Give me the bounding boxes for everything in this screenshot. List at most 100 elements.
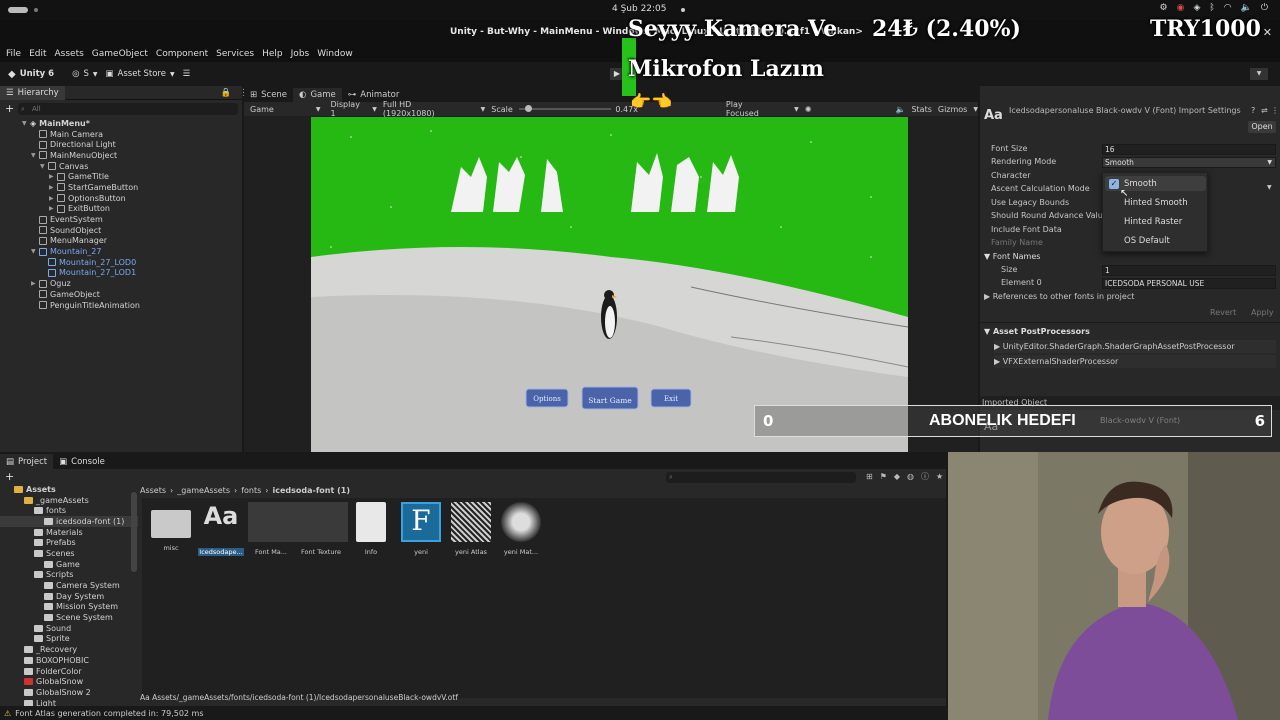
asset-item[interactable]: Aa Icedsodape... xyxy=(198,502,244,556)
collapse-arrow-icon[interactable]: ▶ xyxy=(49,173,57,180)
status-message[interactable]: Font Atlas generation completed in: 79,5… xyxy=(15,709,203,718)
menu-assets[interactable]: Assets xyxy=(55,49,84,59)
hierarchy-search-input[interactable]: ⌕ All xyxy=(18,103,238,115)
filter-label-icon[interactable]: ⚑ xyxy=(880,472,887,481)
play-focused-dropdown[interactable]: Play Focused xyxy=(726,100,776,118)
game-render[interactable]: Options Start Game Exit xyxy=(311,117,908,452)
folder-tree-item[interactable]: Prefabs xyxy=(0,537,138,548)
system-clock[interactable]: 4 Şub 22:05 xyxy=(612,4,667,14)
folder-tree-item[interactable]: _Recovery xyxy=(0,644,138,655)
folder-tree-item[interactable]: Day System xyxy=(0,591,138,602)
layout-dropdown[interactable]: ▼ xyxy=(1250,68,1268,80)
options-button[interactable]: Options xyxy=(526,395,568,403)
gizmos-button[interactable]: Gizmos xyxy=(938,105,967,114)
hierarchy-item[interactable]: ▶ OptionsButton xyxy=(0,193,242,204)
folder-tree-item[interactable]: Sound xyxy=(0,623,138,634)
info-icon[interactable]: ⓘ xyxy=(921,471,929,482)
folder-tree-item[interactable]: fonts xyxy=(0,505,138,516)
hierarchy-item[interactable]: ▼ Canvas xyxy=(0,161,242,172)
breadcrumb-item[interactable]: icedsoda-font (1) xyxy=(272,486,350,495)
breadcrumb-item[interactable]: Assets xyxy=(140,486,166,495)
close-icon[interactable]: ✕ xyxy=(1263,26,1272,39)
folder-tree-item[interactable]: Game xyxy=(0,559,138,570)
element-0-field[interactable]: ICEDSODA PERSONAL USE xyxy=(1102,278,1276,289)
postprocessor-item[interactable]: ▶ UnityEditor.ShaderGraph.ShaderGraphAss… xyxy=(994,340,1276,353)
font-names-foldout[interactable]: ▼ Font Names xyxy=(984,252,1040,261)
asset-item[interactable]: Font Ma... xyxy=(248,502,298,556)
font-size-field[interactable]: 16 xyxy=(1102,144,1276,155)
tab-console[interactable]: ▣ Console xyxy=(53,454,111,469)
apply-button[interactable]: Apply xyxy=(1251,308,1274,317)
collapse-arrow-icon[interactable]: ▶ xyxy=(49,195,57,202)
menu-gameobject[interactable]: GameObject xyxy=(92,49,148,59)
hierarchy-item[interactable]: Main Camera xyxy=(0,129,242,140)
hierarchy-item[interactable]: ▼ Mountain_27 xyxy=(0,246,242,257)
asset-store-button[interactable]: ▣ Asset Store ▼ xyxy=(106,69,175,79)
tree-scrollbar[interactable] xyxy=(131,492,137,572)
hierarchy-item[interactable]: ▶ ExitButton xyxy=(0,204,242,215)
expand-arrow-icon[interactable]: ▼ xyxy=(31,248,39,255)
postprocessor-item[interactable]: ▶ VFXExternalShaderProcessor xyxy=(994,355,1276,368)
folder-tree-item[interactable]: _gameAssets xyxy=(0,495,138,506)
rendering-mode-dropdown[interactable]: Smooth ▼ xyxy=(1102,157,1276,168)
resolution-dropdown[interactable]: Full HD (1920x1080) xyxy=(383,100,463,118)
option-hinted-smooth[interactable]: Hinted Smooth xyxy=(1124,198,1188,208)
postprocessors-foldout[interactable]: ▼ Asset PostProcessors xyxy=(984,327,1090,336)
lock-icon[interactable]: 🔒 xyxy=(221,88,232,98)
hierarchy-item[interactable]: ▼ MainMenuObject xyxy=(0,150,242,161)
power-icon[interactable]: ⏻ xyxy=(1261,3,1268,13)
asset-item[interactable]: Info xyxy=(348,502,394,556)
folder-tree-item[interactable]: FolderColor xyxy=(0,666,138,677)
hierarchy-item[interactable]: SoundObject xyxy=(0,225,242,236)
folder-tree-item[interactable]: BOXOPHOBIC xyxy=(0,655,138,666)
display-dropdown[interactable]: Display 1 xyxy=(330,100,366,118)
hierarchy-item[interactable]: ▶ StartGameButton xyxy=(0,182,242,193)
option-os-default[interactable]: OS Default xyxy=(1124,236,1170,246)
hierarchy-item[interactable]: Mountain_27_LOD1 xyxy=(0,268,242,279)
create-asset-button[interactable]: + xyxy=(5,470,14,483)
folder-tree-item[interactable]: Scenes xyxy=(0,548,138,559)
mute-audio-icon[interactable]: 🔈 xyxy=(895,105,905,114)
game-mode-dropdown[interactable]: Game xyxy=(250,105,274,114)
collapse-arrow-icon[interactable]: ▶ xyxy=(49,205,57,212)
start-game-button[interactable]: Start Game xyxy=(582,396,638,405)
menu-help[interactable]: Help xyxy=(262,49,283,59)
menu-jobs[interactable]: Jobs xyxy=(291,49,310,59)
folder-tree-item[interactable]: GlobalSnow 2 xyxy=(0,687,138,698)
folder-tree-item[interactable]: icedsoda-font (1) xyxy=(0,516,138,527)
expand-arrow-icon[interactable]: ▼ xyxy=(22,120,30,127)
asset-item[interactable]: yeni Mat... xyxy=(498,502,544,556)
activities-indicator[interactable] xyxy=(8,7,28,13)
scale-slider-handle[interactable] xyxy=(524,105,532,112)
hierarchy-item[interactable]: EventSystem xyxy=(0,214,242,225)
account-dropdown[interactable]: ◎ S ▼ xyxy=(72,69,97,79)
menu-services[interactable]: Services xyxy=(216,49,254,59)
folder-tree-item[interactable]: Camera System xyxy=(0,580,138,591)
chevron-down-icon[interactable]: ▼ xyxy=(1267,184,1272,191)
folder-tree-item[interactable]: Assets xyxy=(0,484,138,495)
hierarchy-item[interactable]: PenguinTitleAnimation xyxy=(0,300,242,311)
asset-item[interactable]: yeni Atlas xyxy=(448,502,494,556)
hierarchy-item[interactable]: Directional Light xyxy=(0,139,242,150)
volume-icon[interactable]: 🔈 xyxy=(1241,3,1252,13)
unity-account-button[interactable]: ◆ Unity 6 xyxy=(8,69,54,80)
tab-project[interactable]: ▤ Project xyxy=(0,454,54,469)
collapse-arrow-icon[interactable]: ▶ xyxy=(49,184,57,191)
record-icon[interactable]: ◉ xyxy=(1177,3,1185,13)
help-icon[interactable]: ? xyxy=(1251,106,1255,115)
hierarchy-item[interactable]: MenuManager xyxy=(0,236,242,247)
revert-button[interactable]: Revert xyxy=(1210,308,1236,317)
open-button[interactable]: Open xyxy=(1248,121,1276,133)
folder-tree-item[interactable]: Scripts xyxy=(0,570,138,581)
option-hinted-raster[interactable]: Hinted Raster xyxy=(1124,217,1182,227)
collapse-arrow-icon[interactable]: ▶ xyxy=(31,280,39,287)
breadcrumb-item[interactable]: fonts xyxy=(241,486,261,495)
add-object-button[interactable]: + xyxy=(5,102,14,115)
asset-item[interactable]: Font Texture xyxy=(298,502,348,556)
settings-icon[interactable]: ⚙ xyxy=(1160,3,1168,13)
exit-button[interactable]: Exit xyxy=(651,395,691,403)
audio-settings-icon[interactable]: ✺ xyxy=(805,105,812,114)
bluetooth-icon[interactable]: ᛒ xyxy=(1209,3,1214,13)
hierarchy-item[interactable]: Mountain_27_LOD0 xyxy=(0,257,242,268)
filter-type-icon[interactable]: ⊞ xyxy=(866,472,873,481)
